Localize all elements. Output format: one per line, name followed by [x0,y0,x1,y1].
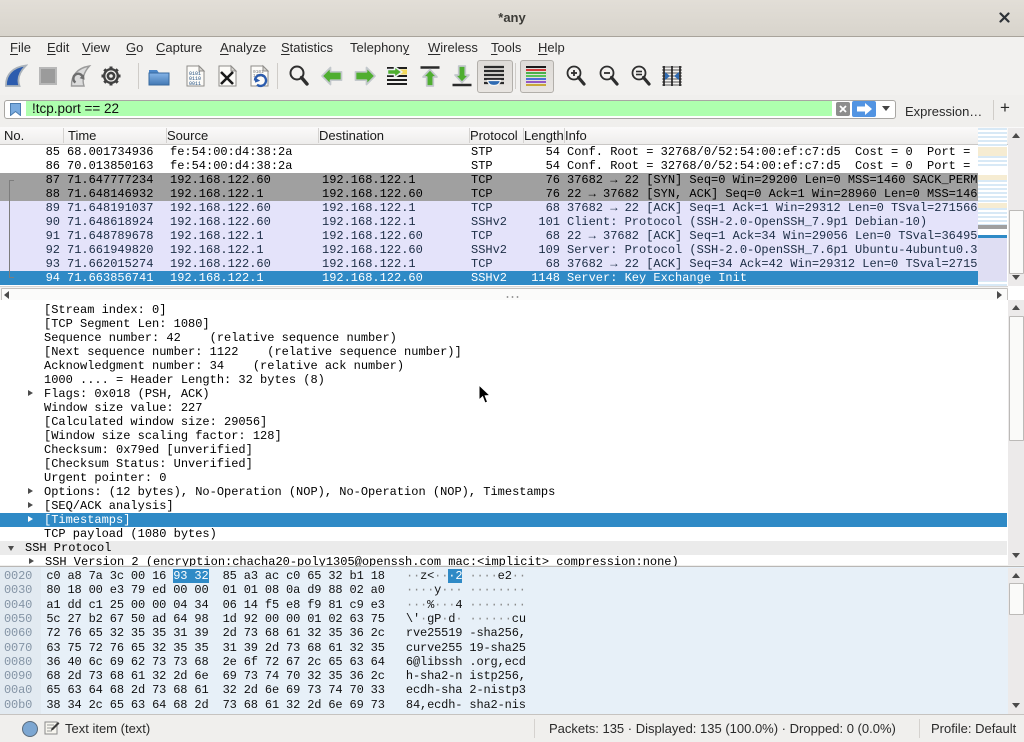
svg-text:0011: 0011 [189,81,201,87]
